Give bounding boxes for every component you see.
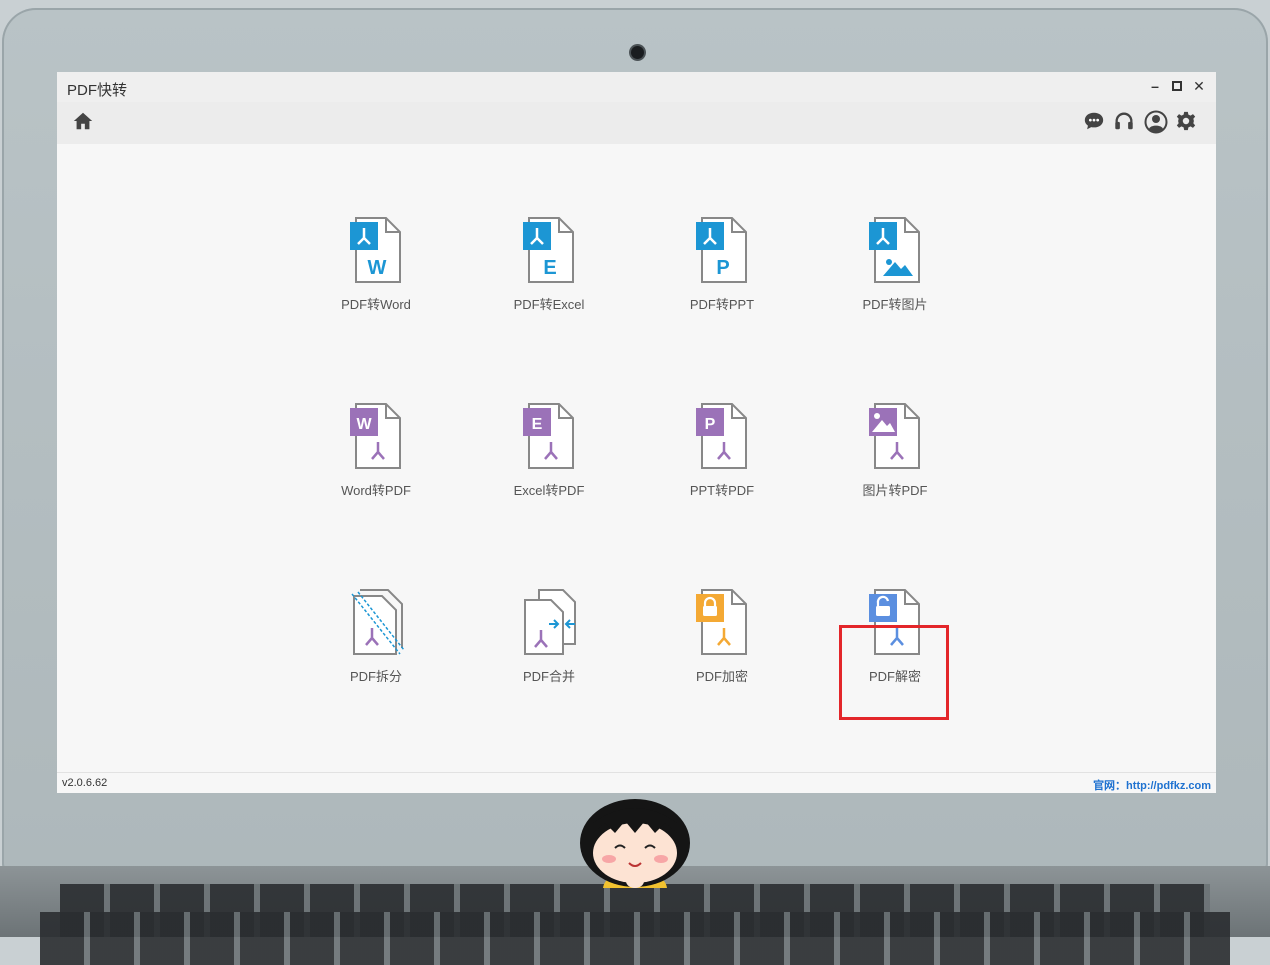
svg-text:W: W (356, 416, 372, 433)
user-icon (1144, 110, 1168, 134)
tool-pdf-merge[interactable]: PDF合并 (489, 588, 609, 698)
settings-button[interactable] (1175, 110, 1199, 134)
tool-label: PDF加密 (695, 669, 748, 684)
tool-excel-to-pdf[interactable]: E Excel转PDF (489, 402, 609, 512)
website-link[interactable]: 官网：http://pdfkz.com (1093, 777, 1211, 793)
title-bar: PDF快转 – ✕ (57, 72, 1216, 102)
svg-text:W: W (368, 257, 387, 279)
tool-label: PDF转Word (341, 297, 411, 312)
svg-text:P: P (705, 416, 716, 433)
tool-label: Word转PDF (341, 483, 411, 498)
webcam (631, 46, 644, 59)
home-button[interactable] (72, 110, 96, 134)
pdf-to-ppt-icon: P (696, 217, 747, 283)
tool-label: Excel转PDF (513, 483, 585, 498)
highlight-box (839, 625, 949, 720)
pdf-merge-icon (524, 589, 576, 655)
gear-icon (1176, 111, 1196, 131)
ppt-to-pdf-icon: P (696, 403, 747, 469)
svg-text:E: E (543, 257, 556, 279)
tool-pdf-to-ppt[interactable]: P PDF转PPT (662, 216, 782, 326)
tool-grid: W PDF转Word E PDF转Excel P PDF转PPT PDF转图片 … (57, 144, 1216, 772)
chat-icon (1084, 112, 1104, 130)
toolbar (57, 102, 1216, 144)
tool-label: PDF转Excel (513, 297, 585, 312)
keyboard-keys-row (40, 912, 1230, 965)
account-button[interactable] (1144, 110, 1168, 134)
tool-pdf-split[interactable]: PDF拆分 (316, 588, 436, 698)
minimize-button[interactable]: – (1147, 78, 1163, 94)
support-button[interactable] (1113, 110, 1137, 134)
chat-button[interactable] (1083, 110, 1107, 134)
pdf-to-image-icon (869, 217, 920, 283)
svg-text:E: E (532, 416, 543, 433)
close-button[interactable]: ✕ (1191, 78, 1207, 94)
tool-label: 图片转PDF (862, 483, 928, 498)
tool-pdf-to-word[interactable]: W PDF转Word (316, 216, 436, 326)
tool-word-to-pdf[interactable]: W Word转PDF (316, 402, 436, 512)
tool-pdf-to-image[interactable]: PDF转图片 (835, 216, 955, 326)
headset-icon (1115, 112, 1133, 130)
pdf-split-icon (351, 589, 404, 655)
tool-pdf-encrypt[interactable]: PDF加密 (662, 588, 782, 698)
app-window: PDF快转 – ✕ W PDF转Word E PDF转Excel P PDF转P… (57, 72, 1216, 793)
maximize-icon (1172, 81, 1182, 91)
window-title: PDF快转 (67, 82, 128, 99)
word-to-pdf-icon: W (350, 403, 401, 469)
tool-label: PPT转PDF (689, 483, 755, 498)
tool-label: PDF拆分 (349, 669, 402, 684)
tool-label: PDF合并 (522, 669, 575, 684)
status-bar: v2.0.6.62 官网：http://pdfkz.com (57, 772, 1216, 793)
excel-to-pdf-icon: E (523, 403, 574, 469)
tool-label: PDF转PPT (689, 297, 755, 312)
cartoon-character-sticker (580, 799, 690, 888)
pdf-to-word-icon: W (350, 217, 401, 283)
home-icon (73, 112, 93, 130)
pdf-encrypt-icon (696, 589, 747, 655)
tool-image-to-pdf[interactable]: 图片转PDF (835, 402, 955, 512)
maximize-button[interactable] (1169, 78, 1185, 94)
tool-ppt-to-pdf[interactable]: P PPT转PDF (662, 402, 782, 512)
tool-pdf-to-excel[interactable]: E PDF转Excel (489, 216, 609, 326)
tool-label: PDF转图片 (862, 297, 928, 312)
svg-text:P: P (716, 257, 729, 279)
pdf-to-excel-icon: E (523, 217, 574, 283)
version-label: v2.0.6.62 (62, 777, 108, 789)
image-to-pdf-icon (869, 403, 920, 469)
